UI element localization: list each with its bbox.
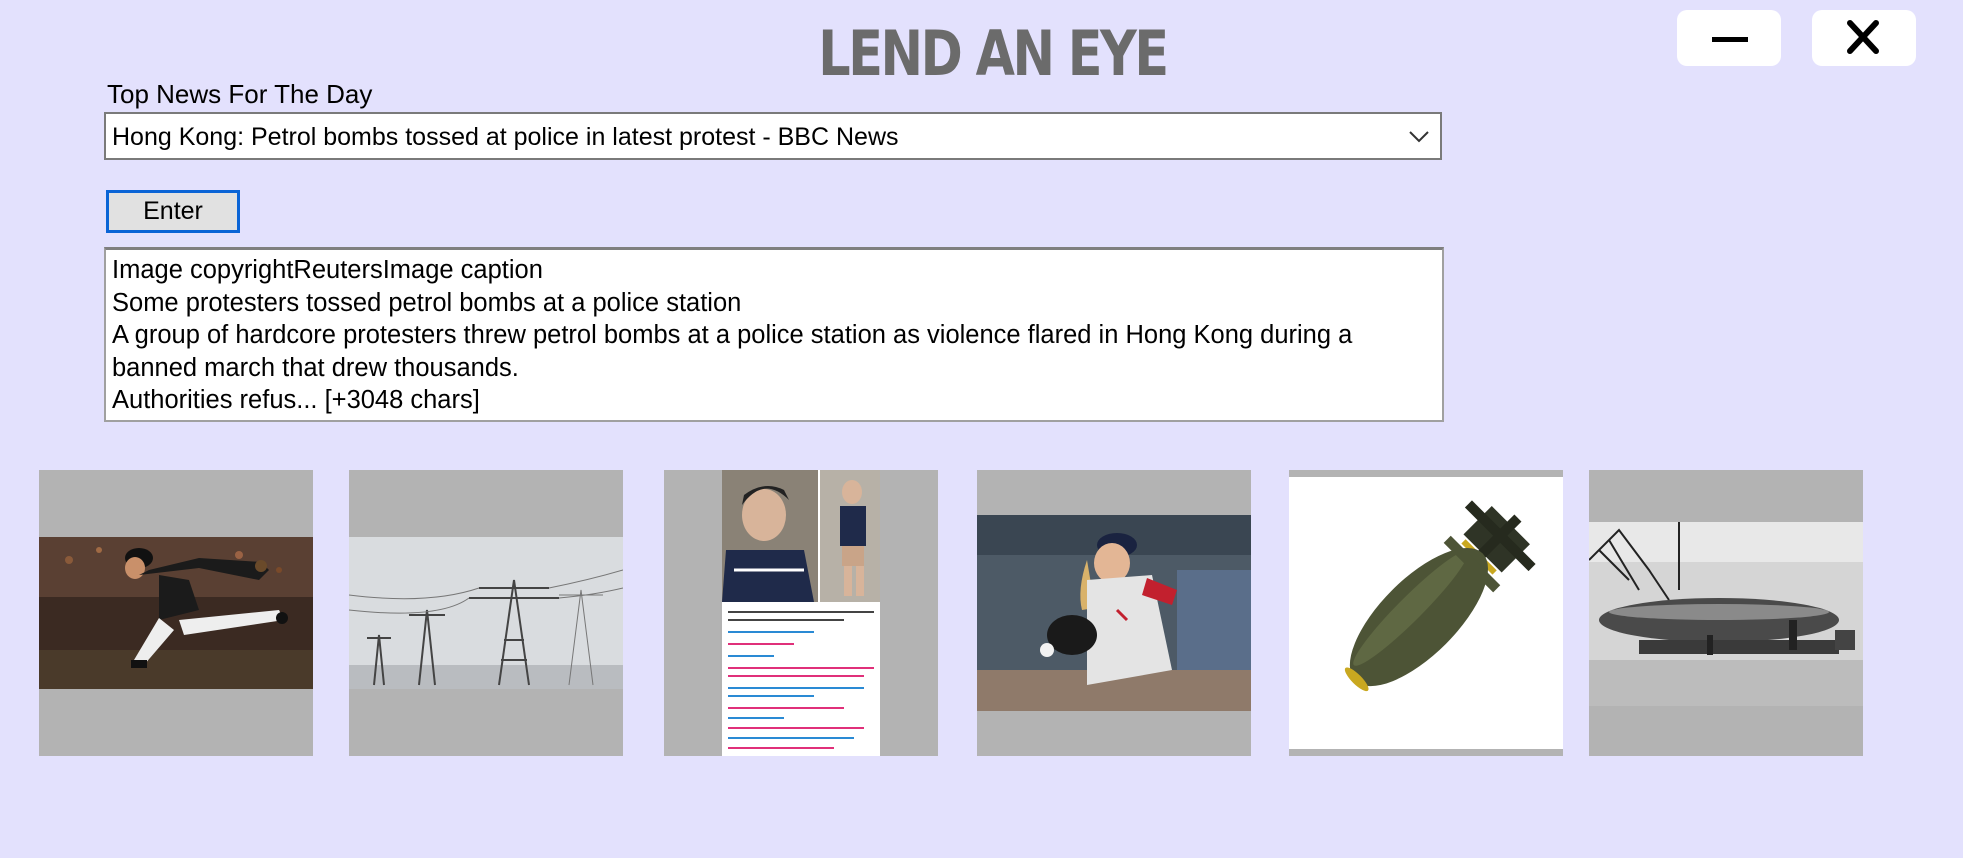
image-thumbnail-2[interactable]: [349, 470, 623, 756]
image-thumbnail-6[interactable]: [1589, 470, 1863, 756]
article-line: Some protesters tossed petrol bombs at a…: [112, 288, 742, 317]
bomb-render-photo: [1289, 477, 1563, 756]
image-thumbnail-4[interactable]: [977, 470, 1251, 756]
close-button[interactable]: [1812, 10, 1916, 66]
image-thumbnail-3[interactable]: [664, 470, 938, 756]
article-line: A group of hardcore protesters threw pet…: [112, 321, 1353, 349]
article-line: banned march that drew thousands.: [112, 353, 519, 382]
fashion-meme-photo: [722, 470, 880, 756]
close-icon: [1847, 20, 1879, 54]
news-dropdown-value: Hong Kong: Petrol bombs tossed at police…: [112, 123, 899, 151]
enter-button[interactable]: Enter: [106, 190, 240, 233]
image-thumbnail-5[interactable]: [1289, 470, 1563, 756]
baseball-pitcher-photo: [39, 537, 313, 689]
bomb-historical-photo: [1589, 522, 1863, 706]
app-title: LEND AN EYE: [818, 17, 1169, 90]
article-text-area[interactable]: Image copyrightReutersImage caption Some…: [104, 247, 1444, 422]
chevron-down-icon: [1409, 131, 1429, 143]
baseball-pitcher-red-sox-photo: [977, 515, 1251, 711]
power-lines-photo: [349, 537, 623, 689]
news-dropdown[interactable]: Hong Kong: Petrol bombs tossed at police…: [104, 112, 1442, 160]
minimize-button[interactable]: [1677, 10, 1781, 66]
image-thumbnail-1[interactable]: [39, 470, 313, 756]
article-line: Authorities refus... [+3048 chars]: [112, 386, 480, 414]
top-news-label: Top News For The Day: [107, 79, 373, 109]
minimize-icon: [1712, 37, 1748, 42]
article-line: Image copyrightReutersImage caption: [112, 256, 543, 284]
